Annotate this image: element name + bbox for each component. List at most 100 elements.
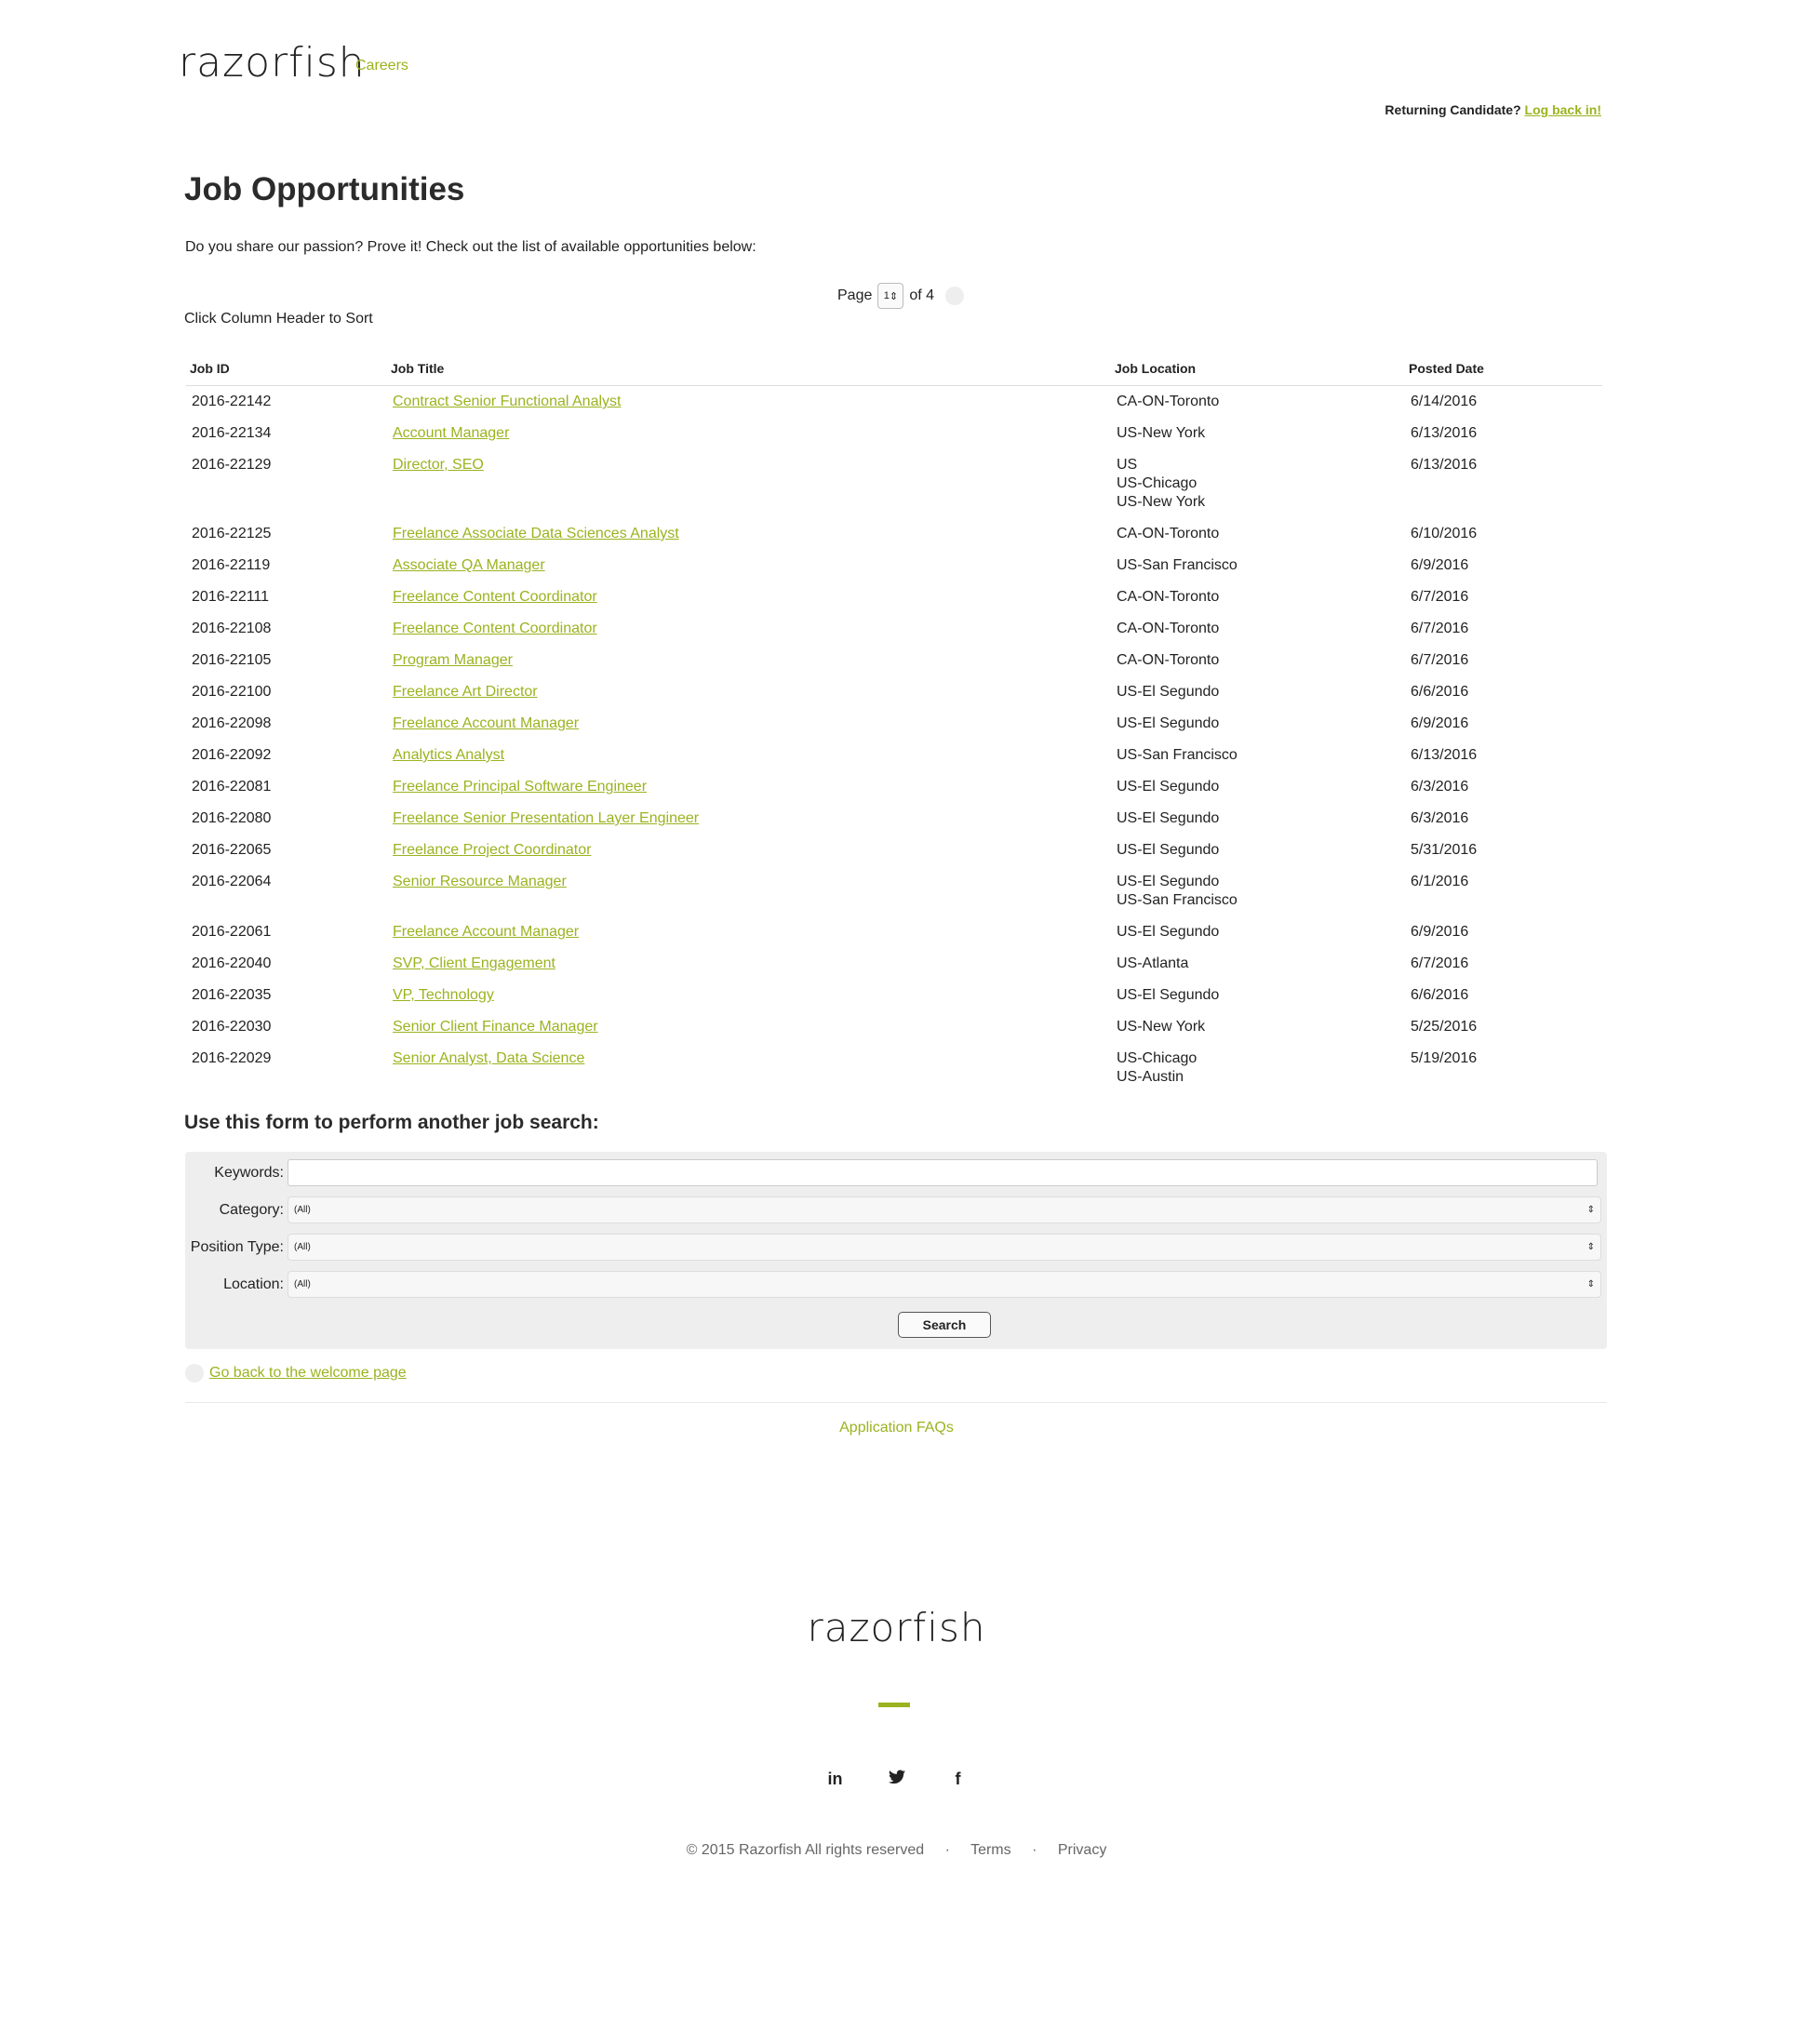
job-location: US-El Segundo bbox=[1117, 987, 1220, 1003]
job-title-link[interactable]: Freelance Art Director bbox=[393, 684, 538, 700]
job-location: US-El Segundo bbox=[1117, 842, 1220, 858]
job-title-link[interactable]: Associate QA Manager bbox=[393, 557, 545, 573]
position-type-label: Position Type: bbox=[190, 1238, 284, 1255]
job-title-cell: Program Manager bbox=[387, 645, 1111, 676]
facebook-icon[interactable]: f bbox=[949, 1770, 968, 1789]
jobs-header-row: Job ID Job Title Job Location Posted Dat… bbox=[186, 354, 1602, 386]
table-row: 2016-22064 Senior Resource Manager US-El S… bbox=[186, 866, 1602, 916]
job-location-cell: US-El Segundo bbox=[1111, 708, 1405, 740]
job-location-cell: US-El Segundo bbox=[1111, 916, 1405, 948]
position-type-select-value: (All) bbox=[294, 1242, 311, 1252]
application-faqs-link[interactable]: Application FAQs bbox=[0, 1420, 1793, 1436]
job-location-cell: CA-ON-Toronto bbox=[1111, 581, 1405, 613]
page-title: Job Opportunities bbox=[184, 171, 465, 207]
table-row: 2016-22040 SVP, Client Engagement US-Atlan… bbox=[186, 948, 1602, 980]
job-title-cell: Freelance Account Manager bbox=[387, 708, 1111, 740]
job-title-link[interactable]: Freelance Account Manager bbox=[393, 924, 579, 940]
location-label: Location: bbox=[223, 1276, 284, 1292]
job-title-cell: Associate QA Manager bbox=[387, 550, 1111, 581]
job-id: 2016-22142 bbox=[192, 394, 272, 409]
table-row: 2016-22035 VP, Technology US-El Segundo 6/6… bbox=[186, 980, 1602, 1011]
column-header-posted-date[interactable]: Posted Date bbox=[1405, 354, 1602, 386]
table-row: 2016-22061 Freelance Account Manager US-El… bbox=[186, 916, 1602, 948]
posted-date: 6/13/2016 bbox=[1411, 425, 1478, 441]
position-type-select[interactable]: (All) ⇕ bbox=[288, 1234, 1601, 1261]
location-select[interactable]: (All) ⇕ bbox=[288, 1271, 1601, 1298]
job-title-link[interactable]: Freelance Content Coordinator bbox=[393, 589, 597, 605]
column-header-job-title[interactable]: Job Title bbox=[387, 354, 1111, 386]
job-location: US-New York bbox=[1117, 425, 1206, 441]
job-title-cell: Director, SEO bbox=[387, 449, 1111, 518]
job-location: US-Chicago bbox=[1117, 1050, 1198, 1066]
job-title-link[interactable]: Freelance Account Manager bbox=[393, 715, 579, 731]
job-title-link[interactable]: VP, Technology bbox=[393, 987, 494, 1003]
back-row: Go back to the welcome page bbox=[185, 1364, 407, 1383]
job-title-link[interactable]: Freelance Principal Software Engineer bbox=[393, 779, 647, 795]
keywords-input[interactable] bbox=[288, 1159, 1598, 1186]
linkedin-icon[interactable]: in bbox=[826, 1770, 845, 1789]
job-location-cell: US-El Segundo bbox=[1111, 803, 1405, 835]
posted-date: 6/13/2016 bbox=[1411, 457, 1478, 473]
job-title-link[interactable]: Senior Client Finance Manager bbox=[393, 1019, 598, 1035]
category-select[interactable]: (All) ⇕ bbox=[288, 1196, 1601, 1223]
razorfish-logo[interactable]: razorfish bbox=[179, 39, 366, 87]
job-title-link[interactable]: Freelance Associate Data Sciences Analys… bbox=[393, 526, 679, 541]
job-title-link[interactable]: SVP, Client Engagement bbox=[393, 955, 555, 971]
column-header-job-id[interactable]: Job ID bbox=[186, 354, 387, 386]
job-title-link[interactable]: Freelance Project Coordinator bbox=[393, 842, 591, 858]
pager-of-label: of 4 bbox=[909, 287, 935, 303]
posted-date: 6/13/2016 bbox=[1411, 747, 1478, 763]
posted-date: 6/3/2016 bbox=[1411, 779, 1469, 795]
job-location-cell: US-Atlanta bbox=[1111, 948, 1405, 980]
job-id: 2016-22081 bbox=[192, 779, 272, 795]
posted-date: 6/10/2016 bbox=[1411, 526, 1478, 541]
table-row: 2016-22092 Analytics Analyst US-San Franci… bbox=[186, 740, 1602, 771]
posted-date: 6/3/2016 bbox=[1411, 810, 1469, 826]
job-title-cell: Freelance Principal Software Engineer bbox=[387, 771, 1111, 803]
job-id: 2016-22105 bbox=[192, 652, 272, 668]
posted-date: 5/25/2016 bbox=[1411, 1019, 1478, 1035]
table-row: 2016-22080 Freelance Senior Presentation … bbox=[186, 803, 1602, 835]
careers-link[interactable]: Careers bbox=[355, 58, 408, 74]
back-icon[interactable] bbox=[185, 1364, 204, 1383]
sort-hint: Click Column Header to Sort bbox=[184, 311, 373, 327]
posted-date: 6/1/2016 bbox=[1411, 874, 1469, 889]
job-location: US-Austin bbox=[1117, 1069, 1184, 1085]
next-page-button[interactable] bbox=[945, 287, 965, 305]
divider bbox=[185, 1402, 1607, 1403]
category-select-value: (All) bbox=[294, 1205, 311, 1215]
job-location-cell: US-El Segundo bbox=[1111, 676, 1405, 708]
job-id: 2016-22035 bbox=[192, 987, 272, 1003]
returning-candidate-label: Returning Candidate? bbox=[1385, 102, 1521, 117]
job-id: 2016-22100 bbox=[192, 684, 272, 700]
job-location-cell: US-El Segundo bbox=[1111, 771, 1405, 803]
job-title-link[interactable]: Senior Analyst, Data Science bbox=[393, 1050, 584, 1066]
returning-candidate: Returning Candidate? Log back in! bbox=[1385, 102, 1601, 117]
search-button[interactable]: Search bbox=[898, 1312, 991, 1338]
column-header-job-location[interactable]: Job Location bbox=[1111, 354, 1405, 386]
job-title-cell: Freelance Senior Presentation Layer Engi… bbox=[387, 803, 1111, 835]
privacy-link[interactable]: Privacy bbox=[1058, 1842, 1106, 1858]
jobs-table: Job ID Job Title Job Location Posted Dat… bbox=[186, 354, 1602, 1093]
job-title-link[interactable]: Freelance Content Coordinator bbox=[393, 621, 597, 636]
log-back-in-link[interactable]: Log back in! bbox=[1525, 102, 1601, 117]
twitter-icon[interactable] bbox=[888, 1770, 906, 1789]
job-title-link[interactable]: Program Manager bbox=[393, 652, 513, 668]
welcome-page-link[interactable]: Go back to the welcome page bbox=[209, 1365, 407, 1382]
job-title-link[interactable]: Analytics Analyst bbox=[393, 747, 504, 763]
job-title-cell: Freelance Project Coordinator bbox=[387, 835, 1111, 866]
job-title-link[interactable]: Contract Senior Functional Analyst bbox=[393, 394, 621, 409]
job-location: US-New York bbox=[1117, 494, 1206, 510]
search-form: Keywords: Category: (All) ⇕ Position Typ… bbox=[185, 1152, 1607, 1349]
pager: Page 1 ⇕ of 4 bbox=[837, 283, 965, 309]
terms-link[interactable]: Terms bbox=[970, 1842, 1011, 1858]
table-row: 2016-22129 Director, SEO US US-Chicago US-Ne… bbox=[186, 449, 1602, 518]
posted-date: 6/6/2016 bbox=[1411, 987, 1469, 1003]
job-title-link[interactable]: Senior Resource Manager bbox=[393, 874, 567, 889]
job-title-link[interactable]: Director, SEO bbox=[393, 457, 484, 473]
page-select[interactable]: 1 ⇕ bbox=[877, 283, 904, 309]
job-title-link[interactable]: Freelance Senior Presentation Layer Engi… bbox=[393, 810, 699, 826]
job-title-link[interactable]: Account Manager bbox=[393, 425, 509, 441]
table-row: 2016-22134 Account Manager US-New York 6/13… bbox=[186, 418, 1602, 449]
table-row: 2016-22098 Freelance Account Manager US-El… bbox=[186, 708, 1602, 740]
